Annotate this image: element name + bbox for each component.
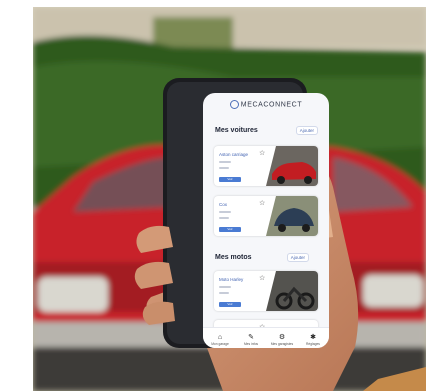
tab-label: Mes garagistes <box>270 342 294 346</box>
tab-settings[interactable]: ✱ Réglages <box>298 333 328 346</box>
add-moto-button[interactable]: Ajouter <box>286 253 309 262</box>
car-name: Cox <box>219 202 228 207</box>
favorite-star-icon[interactable]: ☆ <box>259 199 265 207</box>
car-card[interactable]: Aston carriage ☆ Voir <box>214 146 318 186</box>
section-title-cars: Mes voitures <box>215 127 258 134</box>
tab-label: Réglages <box>306 342 320 346</box>
info-line <box>219 286 231 288</box>
settings-icon: ✱ <box>310 334 316 341</box>
photo: MECACONNECT Mes voitures Ajouter Aston c… <box>33 7 426 391</box>
favorite-star-icon[interactable]: ☆ <box>259 274 265 282</box>
moto-card[interactable]: Moto Harley ☆ Voir <box>214 271 318 311</box>
car-name: Aston carriage <box>219 152 249 157</box>
logo-icon <box>229 100 239 109</box>
brand-name: MECACONNECT <box>240 101 303 109</box>
home-icon: ⌂ <box>217 334 223 341</box>
info-line <box>219 292 229 294</box>
tab-my-garage[interactable]: ⌂ Mon garage <box>205 333 235 346</box>
car-card[interactable]: Cox ☆ Voir <box>214 196 318 236</box>
car-photo <box>266 146 318 186</box>
tab-label: Mon garage <box>211 342 229 346</box>
phone-screen: MECACONNECT Mes voitures Ajouter Aston c… <box>203 93 329 348</box>
moto-photo <box>266 271 318 311</box>
view-moto-button[interactable]: Voir <box>219 302 241 307</box>
info-line <box>219 217 229 219</box>
app-logo: MECACONNECT <box>203 100 329 109</box>
add-car-button[interactable]: Ajouter <box>295 126 318 135</box>
tab-my-mechanics[interactable]: ⚙ Mes garagistes <box>267 333 297 346</box>
info-line <box>219 167 229 169</box>
favorite-star-icon[interactable]: ☆ <box>259 149 265 157</box>
car-photo <box>266 196 318 236</box>
moto-name: Moto Harley <box>219 277 244 282</box>
info-line <box>219 211 231 213</box>
gear-icon: ⚙ <box>278 334 286 341</box>
info-line <box>219 161 231 163</box>
view-car-button[interactable]: Voir <box>219 177 241 182</box>
wrench-icon: ✎ <box>248 334 254 341</box>
tab-my-infos[interactable]: ✎ Mes infos <box>236 333 266 346</box>
tab-label: Mes infos <box>243 342 259 346</box>
section-title-motos: Mes motos <box>215 254 252 261</box>
view-car-button[interactable]: Voir <box>219 227 241 232</box>
bottom-tab-bar: ⌂ Mon garage ✎ Mes infos ⚙ Mes garagiste… <box>203 327 329 348</box>
